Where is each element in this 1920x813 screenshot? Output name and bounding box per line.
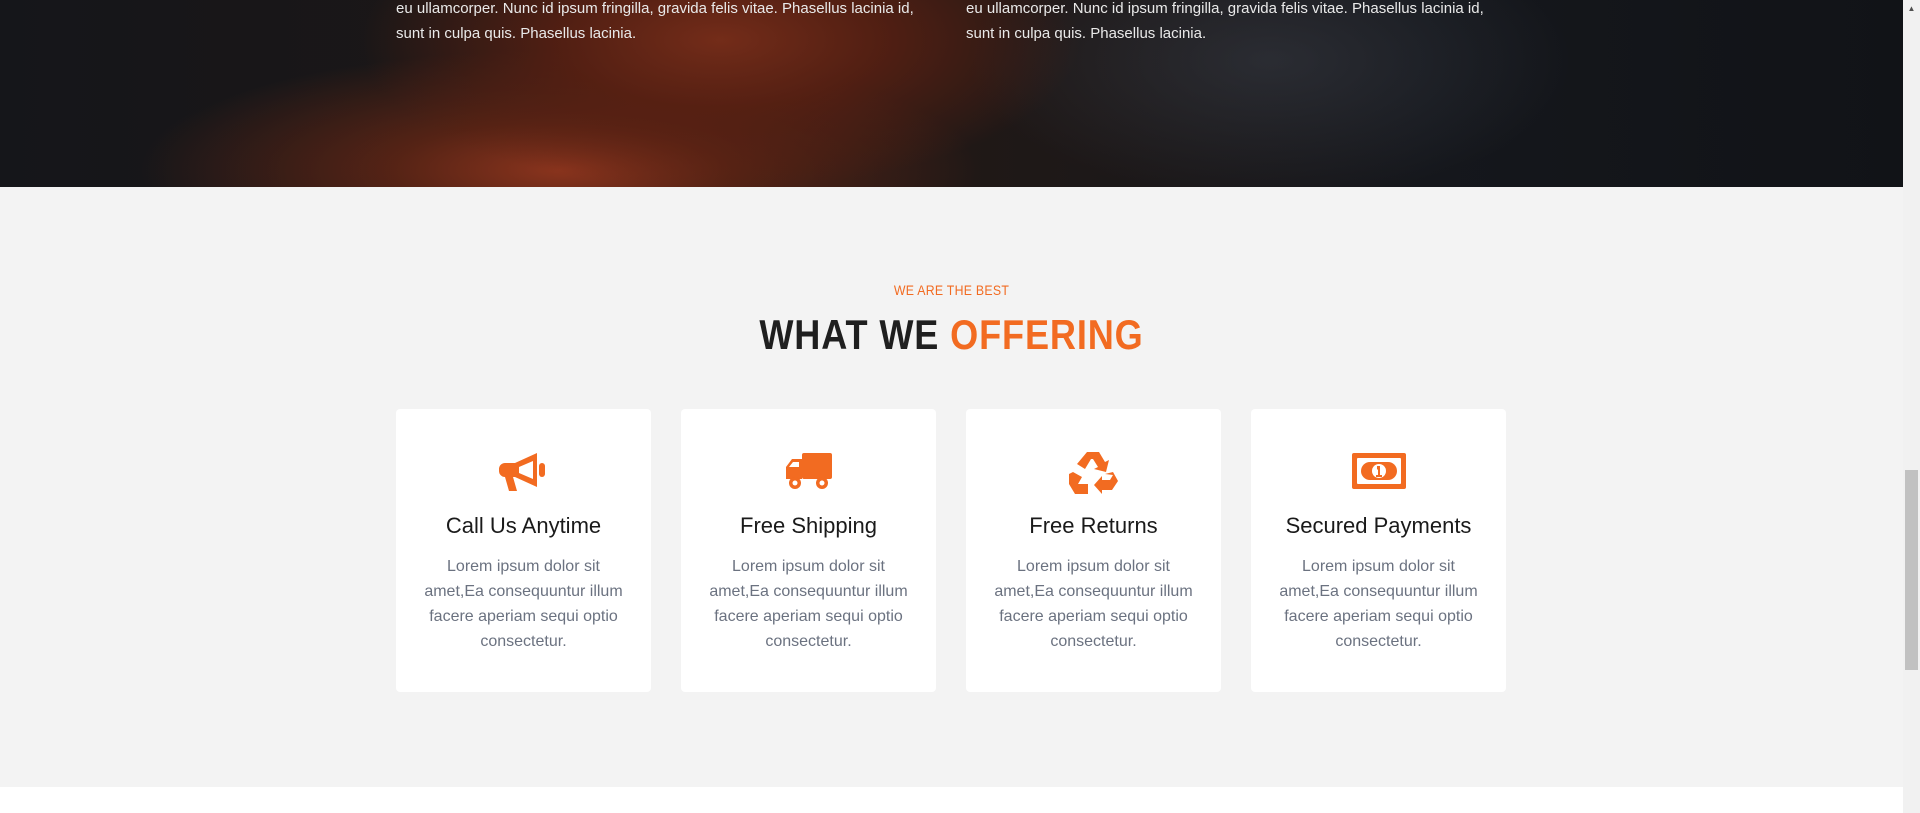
feature-card-call: Call Us Anytime Lorem ipsum dolor sit am… [396,409,651,692]
heading-part-dark: WHAT WE [759,311,951,358]
page-scrollbar[interactable]: ▲ [1903,0,1920,813]
card-description: Lorem ipsum dolor sit amet,Ea consequunt… [709,558,908,650]
recycle-icon [966,449,1221,494]
card-title: Free Returns [1029,513,1158,538]
card-title: Free Shipping [740,513,877,538]
section-heading: WHAT WE OFFERING [133,311,1770,359]
truck-icon [681,449,936,493]
hero-left-text: eu ullamcorper. Nunc id ipsum fringilla,… [396,0,914,42]
money-bill-icon [1251,449,1506,493]
feature-cards: Call Us Anytime Lorem ipsum dolor sit am… [396,409,1506,692]
scrollbar-thumb[interactable] [1905,470,1918,670]
section-eyebrow: WE ARE THE BEST [893,282,1010,298]
feature-card-shipping: Free Shipping Lorem ipsum dolor sit amet… [681,409,936,692]
card-title: Secured Payments [1285,513,1472,538]
heading-part-accent: OFFERING [950,311,1144,358]
card-title: Call Us Anytime [445,513,602,538]
scroll-up-arrow-icon[interactable]: ▲ [1903,0,1920,17]
card-description: Lorem ipsum dolor sit amet,Ea consequunt… [1279,558,1478,650]
megaphone-icon [396,449,651,493]
next-section-edge [0,787,1903,813]
hero-right-text: eu ullamcorper. Nunc id ipsum fringilla,… [966,0,1484,42]
feature-card-payments: Secured Payments Lorem ipsum dolor sit a… [1251,409,1506,692]
feature-card-returns: Free Returns Lorem ipsum dolor sit amet,… [966,409,1221,692]
hero-banner: eu ullamcorper. Nunc id ipsum fringilla,… [0,0,1903,187]
offering-section: WE ARE THE BEST WHAT WE OFFERING Call Us… [0,187,1903,787]
card-description: Lorem ipsum dolor sit amet,Ea consequunt… [994,558,1193,650]
card-description: Lorem ipsum dolor sit amet,Ea consequunt… [424,558,623,650]
